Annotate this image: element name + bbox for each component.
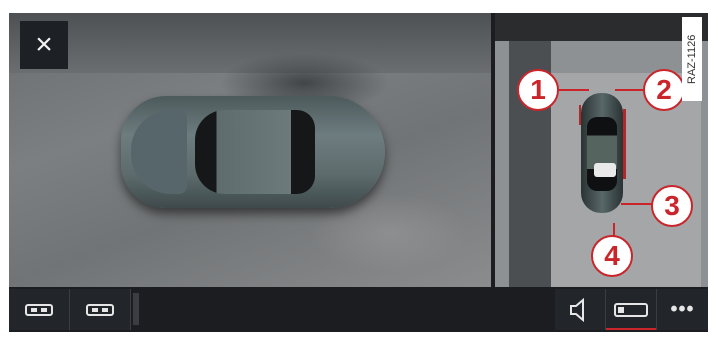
active-indicator xyxy=(606,328,656,330)
vehicle-hood xyxy=(131,110,187,194)
mute-sound-button[interactable] xyxy=(555,289,606,330)
top-view-camera-button[interactable] xyxy=(70,289,131,330)
speaker-mute-icon xyxy=(570,297,584,322)
vehicle-roof xyxy=(195,110,315,194)
bottom-toolbar: ••• xyxy=(9,287,708,332)
proximity-marker-right xyxy=(623,109,626,179)
callout-1: 1 xyxy=(517,69,559,111)
callout-3: 3 xyxy=(651,185,693,227)
more-options-button[interactable]: ••• xyxy=(657,289,708,330)
side-view-header xyxy=(495,13,708,41)
image-reference-code: RAZ-1126 xyxy=(682,17,702,101)
camera-view-toggle-button[interactable] xyxy=(606,289,657,330)
camera-view-toggle-icon xyxy=(614,302,648,317)
callout-2: 2 xyxy=(643,69,685,111)
parking-camera-display: × 1 2 3 4 RAZ-1126 ••• xyxy=(9,13,708,332)
vehicle-overview xyxy=(581,93,623,213)
rear-camera-view-button[interactable] xyxy=(9,289,70,330)
vehicle-badge-icon xyxy=(594,163,616,177)
vehicle-overview-glass xyxy=(587,117,617,191)
more-options-icon: ••• xyxy=(670,298,695,320)
side-overview-view: 1 2 3 4 RAZ-1126 xyxy=(495,13,708,287)
close-button[interactable]: × xyxy=(20,21,68,69)
vehicle-top-view xyxy=(121,96,385,208)
rear-camera-view-icon xyxy=(25,303,53,316)
main-camera-view: × xyxy=(9,13,491,287)
toolbar-divider xyxy=(133,293,139,325)
callout-4: 4 xyxy=(591,235,633,277)
top-view-camera-icon xyxy=(86,303,114,316)
